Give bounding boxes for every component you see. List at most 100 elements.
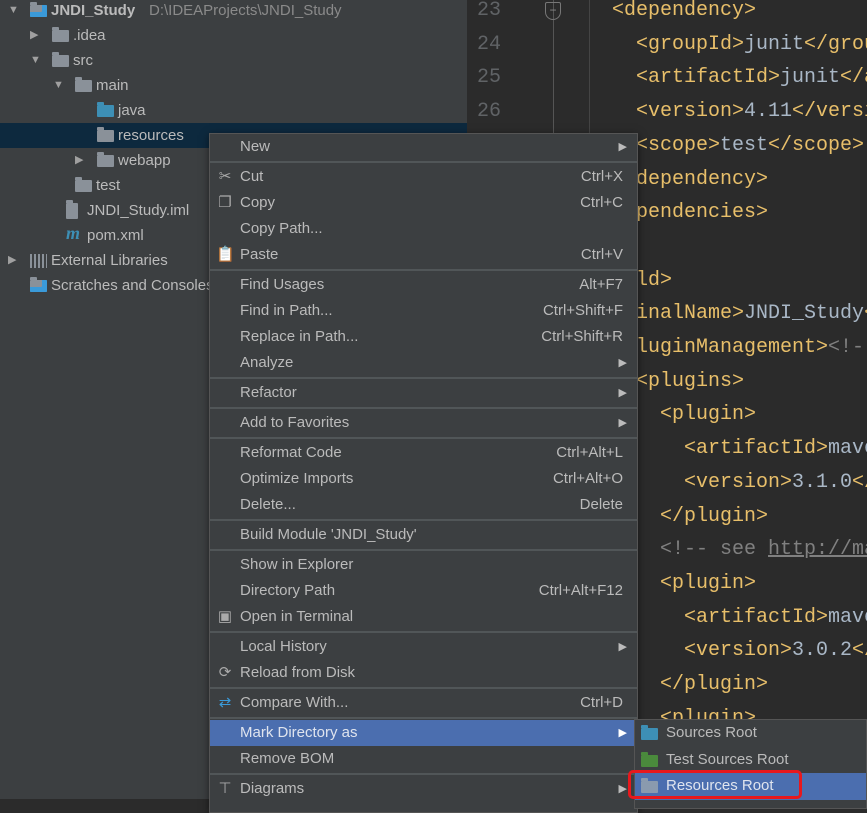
code-line[interactable]: <pluginManagement><!-- lock down plugins… [612, 331, 867, 365]
menu-item-label: Optimize Imports [240, 470, 354, 487]
menu-item-cut[interactable]: ✂ Cut Ctrl+X [210, 164, 637, 190]
menu-item-show-in-explorer[interactable]: Show in Explorer [210, 552, 637, 578]
menu-item-copy[interactable]: ❐ Copy Ctrl+C [210, 190, 637, 216]
terminal-icon: ▣ [217, 608, 233, 625]
code-token: <version> [684, 639, 793, 663]
code-token: <dependency> [612, 0, 757, 22]
menu-item-label: New [240, 138, 271, 155]
tree-expand-arrow-icon[interactable]: ▼ [8, 0, 19, 23]
menu-item-label: Remove BOM [240, 750, 335, 767]
tree-item[interactable]: java [0, 98, 467, 123]
line-number: 25 [477, 66, 502, 90]
menu-item-mark-directory-as[interactable]: Mark Directory as ▶ [210, 720, 637, 746]
code-token: </scope> [768, 133, 865, 157]
code-line[interactable]: <!-- see http://maven.apache.org [660, 533, 867, 567]
menu-item-diagrams[interactable]: ⊤ Diagrams ▶ [210, 776, 637, 802]
menu-item-paste[interactable]: 📋 Paste Ctrl+V [210, 242, 637, 268]
menu-item-new[interactable]: New ▶ [210, 134, 637, 160]
code-line[interactable]: <artifactId>maven-clean-plugin</artifact… [684, 432, 867, 466]
submenu-arrow-icon: ▶ [618, 417, 627, 429]
code-token: </version> [792, 100, 867, 124]
submenu-item-sources-root[interactable]: Sources Root [635, 720, 866, 747]
menu-item-reformat-code[interactable]: Reformat Code Ctrl+Alt+L [210, 440, 637, 466]
menu-item-label: Reload from Disk [240, 664, 356, 681]
tree-item-label: java [118, 102, 146, 119]
menu-item-label: Compare With... [240, 694, 349, 711]
code-line[interactable]: <version>3.0.2</version> [684, 634, 867, 668]
code-token: </plugin> [660, 673, 769, 696]
menu-item-remove-bom[interactable]: Remove BOM [210, 746, 637, 772]
tree-expand-arrow-icon[interactable]: ▶ [75, 148, 83, 173]
code-token: <version> [684, 470, 793, 494]
tree-expand-arrow-icon[interactable]: ▶ [8, 248, 16, 273]
code-line[interactable]: <plugin> [660, 398, 756, 432]
context-menu: New ▶ ✂ Cut Ctrl+X ❐ Copy Ctrl+C Copy Path... 📋 Pa… [209, 133, 638, 813]
menu-item-label: Delete... [240, 496, 296, 513]
menu-item-label: Add to Favorites [240, 414, 350, 431]
tree-item-label: External Libraries [51, 252, 168, 269]
menu-item-label: Find Usages [240, 276, 325, 293]
code-line[interactable]: <scope>test</scope> [636, 129, 864, 163]
menu-item-add-to-favorites[interactable]: Add to Favorites ▶ [210, 410, 637, 436]
scissors-icon: ✂ [218, 168, 232, 185]
code-line[interactable]: <version>3.1.0</version> [684, 466, 867, 500]
tree-item[interactable]: ▶ .idea [0, 23, 467, 48]
code-line[interactable]: <artifactId>junit</artifactId> [636, 61, 867, 95]
code-line[interactable]: </plugin> [660, 500, 768, 534]
menu-item-open-in-terminal[interactable]: ▣ Open in Terminal [210, 604, 637, 630]
menu-item-shortcut: Alt+F7 [579, 276, 623, 293]
menu-item-local-history[interactable]: Local History ▶ [210, 634, 637, 660]
tree-expand-arrow-icon[interactable]: ▼ [30, 48, 41, 73]
reload-icon: ⟳ [218, 664, 232, 681]
menu-item-refactor[interactable]: Refactor ▶ [210, 380, 637, 406]
tree-expand-arrow-icon[interactable]: ▼ [53, 73, 64, 98]
menu-item-label: Local History [240, 638, 327, 655]
tree-item-path: D:\IDEAProjects\JNDI_Study [149, 2, 342, 19]
code-line[interactable]: <version>4.11</version> [636, 95, 867, 129]
iml-file-icon [66, 200, 78, 219]
code-token: <pluginManagement> [612, 336, 829, 359]
menu-item-label: Diagrams [240, 780, 305, 797]
code-line[interactable]: <plugin> [660, 567, 756, 601]
tree-item[interactable]: ▼ JNDI_Study D:\IDEAProjects\JNDI_Study [0, 0, 467, 23]
menu-item-shortcut: Ctrl+Shift+R [541, 328, 623, 345]
menu-item-find-usages[interactable]: Find Usages Alt+F7 [210, 272, 637, 298]
menu-item-find-in-path[interactable]: Find in Path... Ctrl+Shift+F [210, 298, 637, 324]
menu-item-label: Find in Path... [240, 302, 333, 319]
menu-item-compare-with[interactable]: ⇄ Compare With... Ctrl+D [210, 690, 637, 716]
code-token: </version> [852, 470, 867, 494]
test-folder-icon [641, 751, 658, 767]
libraries-icon [30, 254, 47, 268]
copy-icon: ❐ [218, 194, 232, 211]
menu-item-directory-path[interactable]: Directory Path Ctrl+Alt+F12 [210, 578, 637, 604]
code-line[interactable]: <finalName>JNDI_Study</finalName> [612, 297, 867, 331]
menu-item-analyze[interactable]: Analyze ▶ [210, 350, 637, 376]
code-line[interactable]: <dependency> [612, 0, 756, 28]
menu-item-copy-path[interactable]: Copy Path... [210, 216, 637, 242]
submenu-arrow-icon: ▶ [618, 141, 627, 153]
tree-item[interactable]: ▼ src [0, 48, 467, 73]
menu-item-label: Open in Terminal [240, 608, 354, 625]
menu-item-build-module-jndi-study[interactable]: Build Module 'JNDI_Study' [210, 522, 637, 548]
fold-collapse-icon[interactable]: − [545, 2, 561, 20]
code-token: <groupId> [636, 32, 745, 56]
menu-item-label: Reformat Code [240, 444, 342, 461]
code-token: </artifactId> [840, 66, 867, 90]
folder-icon [75, 77, 92, 92]
tree-item[interactable]: ▼ main [0, 73, 467, 98]
menu-item-optimize-imports[interactable]: Optimize Imports Ctrl+Alt+O [210, 466, 637, 492]
code-line[interactable]: </plugin> [660, 668, 768, 702]
menu-item-delete[interactable]: Delete... Delete [210, 492, 637, 518]
code-token: <artifactId> [636, 66, 781, 90]
menu-item-replace-in-path[interactable]: Replace in Path... Ctrl+Shift+R [210, 324, 637, 350]
tree-item-label: pom.xml [87, 227, 144, 244]
code-token: </version> [852, 639, 867, 663]
menu-item-label: Replace in Path... [240, 328, 359, 345]
code-token: test [720, 133, 769, 157]
code-line[interactable]: <artifactId>maven-resources-plugin</arti… [684, 601, 867, 635]
tree-expand-arrow-icon[interactable]: ▶ [30, 23, 38, 48]
code-line[interactable]: <groupId>junit</groupId> [636, 28, 867, 62]
scratches-icon [30, 277, 47, 292]
code-line[interactable]: <plugins> [636, 365, 744, 399]
menu-item-reload-from-disk[interactable]: ⟳ Reload from Disk [210, 660, 637, 686]
